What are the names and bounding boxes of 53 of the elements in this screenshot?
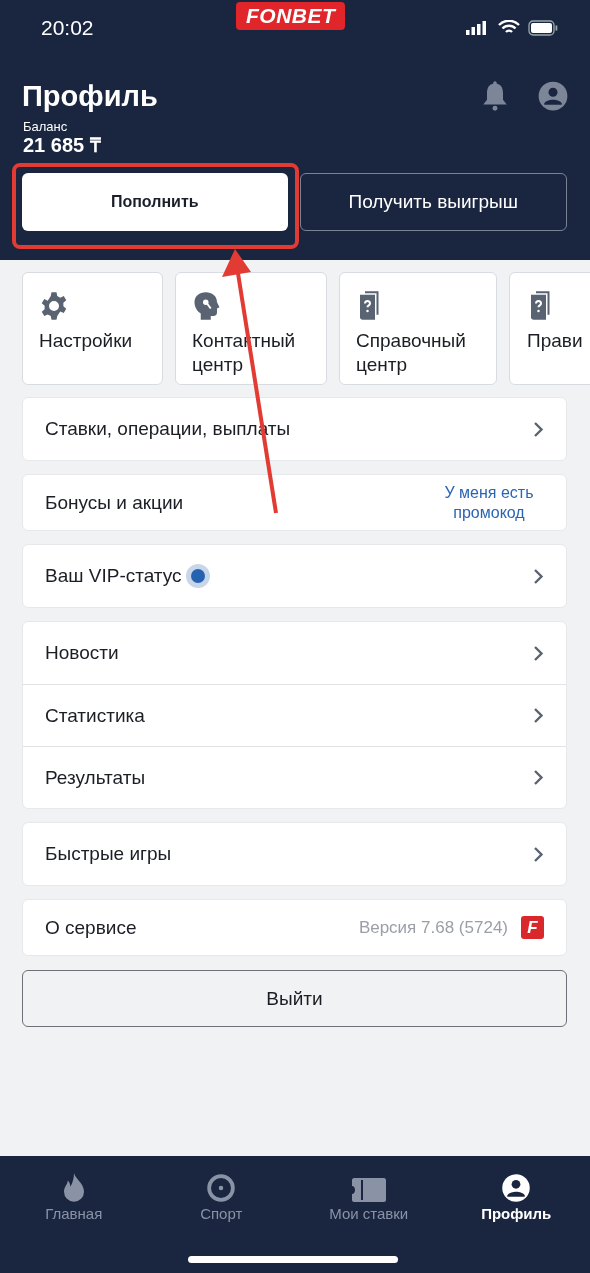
app-logo: F	[521, 916, 544, 939]
withdraw-button[interactable]: Получить выигрыш	[299, 173, 567, 231]
version-text: Версия 7.68 (5724)	[358, 917, 508, 938]
shortcut-tile[interactable]: Прави	[509, 272, 590, 385]
tile-label: Справочный центр	[356, 329, 467, 377]
menu-item[interactable]: О сервисе Версия 7.68 (5724) F	[23, 900, 566, 955]
deposit-button[interactable]: Пополнить	[22, 173, 288, 231]
chevron-right-icon	[533, 845, 544, 863]
menu-item[interactable]: Бонусы и акции У меня есть промокод	[23, 475, 566, 530]
target-icon[interactable]	[206, 1173, 237, 1203]
chevron-right-icon	[533, 420, 544, 438]
chevron-right-icon	[533, 644, 544, 662]
menu-label: Ваш VIP-статус	[45, 565, 182, 587]
promo-link[interactable]: У меня есть промокод	[434, 482, 544, 523]
balance-amount: 21 685 ₸	[22, 134, 102, 156]
chevron-right-icon	[533, 707, 544, 724]
menu-label: Новости	[45, 642, 119, 664]
nav-tab[interactable]: Спорт	[147, 1164, 295, 1222]
account-icon[interactable]	[538, 81, 568, 111]
menu-label: О сервисе	[45, 916, 137, 939]
nav-label: Спорт	[200, 1205, 243, 1222]
bell-icon[interactable]	[480, 80, 510, 112]
menu-label: Быстрые игры	[45, 843, 172, 865]
profile-icon[interactable]	[501, 1173, 532, 1203]
menu-item[interactable]: Быстрые игры	[23, 823, 566, 885]
menu-label: Результаты	[45, 766, 146, 789]
head-icon	[192, 291, 222, 321]
balance-label: Баланс	[22, 119, 69, 134]
shortcut-tile[interactable]: Настройки	[22, 272, 163, 385]
battery-icon	[528, 20, 558, 36]
nav-label: Мои ставки	[329, 1205, 409, 1222]
menu-label: Статистика	[45, 704, 145, 727]
gear-icon	[39, 291, 69, 321]
shortcut-tile[interactable]: Справочный центр	[339, 272, 497, 385]
menu-item[interactable]: Новости	[23, 622, 566, 684]
nav-label: Профиль	[481, 1205, 552, 1222]
tile-label: Настройки	[39, 329, 134, 353]
page-title: Профиль	[22, 79, 158, 113]
menu-item[interactable]: Ваш VIP-статус	[23, 545, 566, 607]
logout-button[interactable]: Выйти	[22, 970, 567, 1027]
menu-item[interactable]: Результаты	[23, 746, 566, 808]
nav-tab[interactable]: Мои ставки	[295, 1164, 443, 1222]
nav-tab[interactable]: Главная	[0, 1164, 148, 1222]
status-time: 20:02	[41, 16, 95, 40]
nav-label: Главная	[45, 1205, 103, 1222]
menu-item[interactable]: Статистика	[23, 684, 566, 746]
chevron-right-icon	[533, 567, 544, 585]
brand-logo: FONBET	[236, 2, 346, 30]
menu-label: Бонусы и акции	[45, 491, 184, 514]
chevron-right-icon	[533, 769, 544, 786]
ticket-icon[interactable]	[350, 1177, 387, 1203]
nav-tab[interactable]: Профиль	[442, 1164, 590, 1222]
tile-label: Прави	[527, 329, 584, 353]
